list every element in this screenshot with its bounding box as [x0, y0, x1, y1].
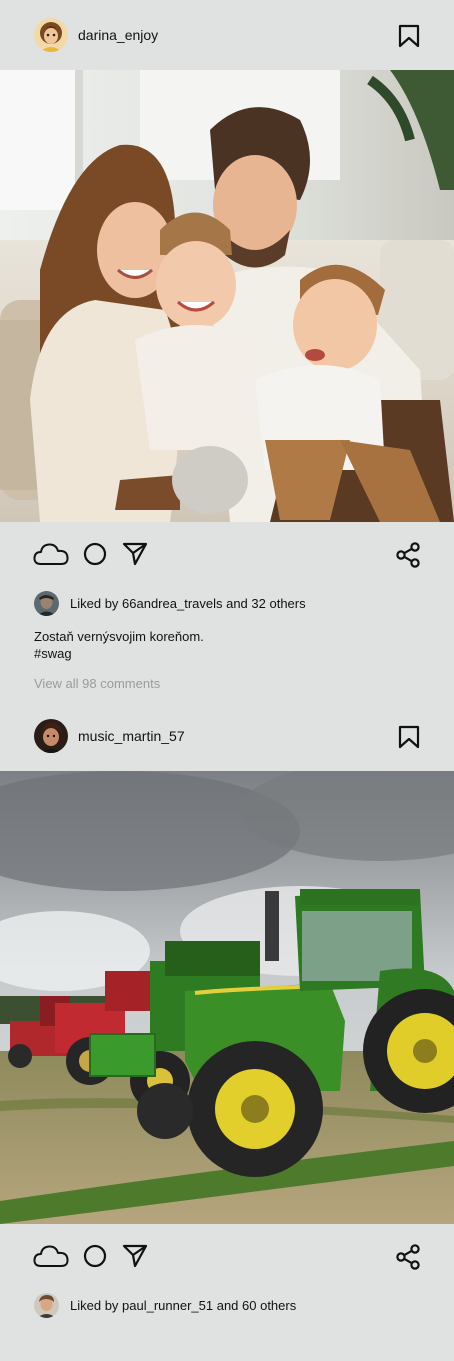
cloud-icon[interactable]: [33, 542, 69, 571]
circle-icon[interactable]: [83, 1244, 107, 1273]
likes-text[interactable]: Liked by paul_runner_51 and 60 others: [70, 1298, 296, 1313]
post: music_martin_57 Liked by paul_runner_51 …: [0, 701, 454, 1320]
share-icon[interactable]: [396, 1244, 420, 1275]
username[interactable]: music_martin_57: [78, 728, 185, 744]
cloud-icon[interactable]: [33, 1244, 69, 1273]
likes-row: Liked by 66andrea_travels and 32 others: [0, 588, 454, 618]
hashtag[interactable]: #swag: [34, 645, 420, 662]
share-icon[interactable]: [396, 542, 420, 573]
likes-row: Liked by paul_runner_51 and 60 others: [0, 1290, 454, 1320]
avatar[interactable]: [34, 1292, 59, 1318]
send-icon[interactable]: [122, 1244, 148, 1273]
bookmark-icon[interactable]: [398, 24, 420, 48]
avatar[interactable]: [34, 18, 68, 52]
feed: darina_enjoy Liked by 66andrea_travels a…: [0, 0, 454, 1361]
send-icon[interactable]: [122, 542, 148, 571]
circle-icon[interactable]: [83, 542, 107, 571]
avatar[interactable]: [34, 719, 68, 753]
bookmark-icon[interactable]: [398, 725, 420, 749]
username[interactable]: darina_enjoy: [78, 27, 158, 43]
likes-text[interactable]: Liked by 66andrea_travels and 32 others: [70, 596, 306, 611]
post-image[interactable]: [0, 70, 454, 522]
post-actions: [0, 1224, 454, 1290]
view-comments-link[interactable]: View all 98 comments: [0, 662, 454, 691]
post-actions: [0, 522, 454, 588]
post-header: darina_enjoy: [0, 0, 454, 70]
post-image[interactable]: [0, 771, 454, 1224]
avatar[interactable]: [34, 590, 59, 616]
post-header: music_martin_57: [0, 701, 454, 771]
post: darina_enjoy Liked by 66andrea_travels a…: [0, 0, 454, 691]
caption-text: Zostaň vernýsvojim koreňom.: [34, 629, 204, 644]
caption: Zostaň vernýsvojim koreňom. #swag: [0, 618, 454, 662]
